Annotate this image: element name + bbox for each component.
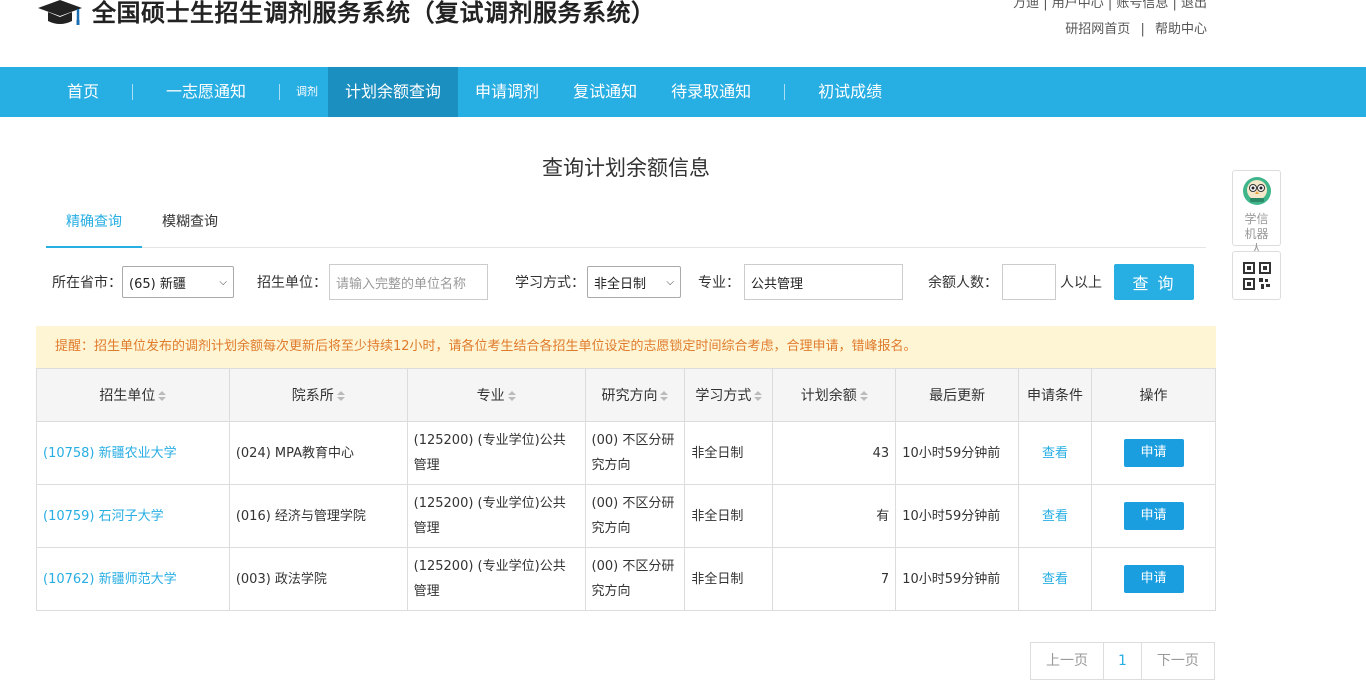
sort-icon (754, 391, 763, 401)
updated-cell: 10小时59分钟前 (895, 484, 1020, 548)
province-label: 所在省市： (52, 275, 122, 291)
remain-label: 余额人数： (928, 275, 998, 291)
robot-widget[interactable]: 学信机器人 (1232, 170, 1281, 256)
view-conditions-link[interactable]: 查看 (1042, 446, 1068, 461)
mode-select[interactable]: 非全日制 ⌵ (587, 266, 681, 298)
table-header-row: 招生单位 院系所 专业 研究方向 学习方式 计划余额 最后更新 申请条件 操作 (36, 368, 1216, 422)
header: 全国硕士生招生调剂服务系统（复试调剂服务系统） 万迪 | 用户中心 | 账号信息… (0, 0, 1366, 67)
direction-cell: (00) 不区分研究方向 (584, 484, 686, 548)
notice-banner: 提醒：招生单位发布的调剂计划余额每次更新后将至少持续12小时，请各位考生结合各招… (36, 326, 1216, 368)
page-title: 查询计划余额信息 (542, 156, 710, 180)
major-cell: (125200) (专业学位)公共管理 (406, 484, 586, 548)
unit-input[interactable]: 请输入完整的单位名称 (329, 264, 488, 300)
sort-icon (158, 391, 167, 401)
mode-cell: 非全日制 (684, 484, 774, 548)
qr-code-icon (1242, 261, 1271, 290)
nav-apply-adjust[interactable]: 申请调剂 (458, 67, 556, 117)
nav-divider (279, 84, 281, 100)
updated-cell: 10小时59分钟前 (895, 421, 1020, 485)
unit-label: 招生单位： (257, 275, 327, 291)
col-unit[interactable]: 招生单位 (36, 368, 230, 422)
col-direction[interactable]: 研究方向 (584, 368, 686, 422)
dept-cell: (003) 政法学院 (228, 547, 408, 611)
results-table: 招生单位 院系所 专业 研究方向 学习方式 计划余额 最后更新 申请条件 操作 … (36, 368, 1216, 611)
province-select[interactable]: (65) 新疆 ⌵ (122, 266, 234, 298)
dept-cell: (024) MPA教育中心 (228, 421, 408, 485)
nav-adjust-label: 调剂 (296, 85, 319, 98)
robot-icon (1242, 177, 1271, 205)
col-mode[interactable]: 学习方式 (684, 368, 774, 422)
logo[interactable]: 全国硕士生招生调剂服务系统（复试调剂服务系统） (36, 0, 656, 30)
unit-link[interactable]: (10759) 石河子大学 (43, 509, 164, 524)
prev-page-button[interactable]: 上一页 (1031, 643, 1104, 679)
top-links: 万迪 | 用户中心 | 账号信息 | 退出 研招网首页 | 帮助中心 (1013, 0, 1207, 40)
remain-cell: 有 (772, 484, 897, 548)
mode-cell: 非全日制 (684, 547, 774, 611)
chevron-down-icon: ⌵ (666, 276, 674, 288)
nav-first-choice[interactable]: 一志愿通知 (149, 67, 263, 117)
main-nav: 首页 一志愿通知 调剂 计划余额查询 申请调剂 复试通知 待录取通知 初试成绩 (0, 67, 1366, 117)
query-tabs: 精确查询 模糊查询 (46, 204, 1206, 248)
sort-icon (336, 391, 345, 401)
filter-bar: 所在省市： (65) 新疆 ⌵ 招生单位： 请输入完整的单位名称 学习方式： 非… (52, 264, 1212, 300)
direction-cell: (00) 不区分研究方向 (584, 547, 686, 611)
dept-cell: (016) 经济与管理学院 (228, 484, 408, 548)
tab-exact-query[interactable]: 精确查询 (46, 204, 142, 248)
mode-label: 学习方式： (515, 275, 585, 291)
apply-button[interactable]: 申请 (1123, 565, 1184, 593)
nav-divider (784, 84, 786, 100)
remain-suffix: 人以上 (1060, 275, 1102, 291)
graduation-cap-icon (38, 0, 82, 25)
col-actions: 操作 (1091, 368, 1216, 422)
chevron-down-icon: ⌵ (219, 276, 227, 288)
unit-link[interactable]: (10762) 新疆师范大学 (43, 572, 177, 587)
sort-icon (660, 391, 669, 401)
col-updated: 最后更新 (895, 368, 1020, 422)
table-row: (10759) 石河子大学 (016) 经济与管理学院 (125200) (专业… (36, 484, 1216, 548)
nav-divider (132, 84, 134, 100)
qr-widget[interactable] (1232, 251, 1281, 300)
province-value: (65) 新疆 (129, 276, 186, 292)
top-user-links[interactable]: 万迪 | 用户中心 | 账号信息 | 退出 (1013, 0, 1207, 14)
nav-exam-score[interactable]: 初试成绩 (801, 67, 899, 117)
col-remain[interactable]: 计划余额 (772, 368, 897, 422)
view-conditions-link[interactable]: 查看 (1042, 572, 1068, 587)
major-label: 专业： (698, 275, 740, 291)
remain-cell: 43 (772, 421, 897, 485)
remain-cell: 7 (772, 547, 897, 611)
updated-cell: 10小时59分钟前 (895, 547, 1020, 611)
col-major[interactable]: 专业 (406, 368, 586, 422)
sort-icon (507, 391, 516, 401)
nav-retest-notice[interactable]: 复试通知 (556, 67, 654, 117)
remain-input[interactable] (1002, 264, 1056, 300)
nav-home[interactable]: 首页 (50, 67, 116, 117)
major-cell: (125200) (专业学位)公共管理 (406, 421, 586, 485)
major-cell: (125200) (专业学位)公共管理 (406, 547, 586, 611)
next-page-button[interactable]: 下一页 (1142, 643, 1214, 679)
nav-admission-notice[interactable]: 待录取通知 (654, 67, 768, 117)
link-separator: | (1140, 22, 1145, 37)
site-title: 全国硕士生招生调剂服务系统（复试调剂服务系统） (92, 0, 656, 27)
query-button[interactable]: 查 询 (1114, 264, 1194, 300)
table-row: (10762) 新疆师范大学 (003) 政法学院 (125200) (专业学位… (36, 547, 1216, 611)
col-conditions: 申请条件 (1018, 368, 1093, 422)
apply-button[interactable]: 申请 (1123, 502, 1184, 530)
unit-link[interactable]: (10758) 新疆农业大学 (43, 446, 177, 461)
nav-quota-query[interactable]: 计划余额查询 (328, 67, 459, 117)
pagination: 上一页 1 下一页 (1030, 642, 1215, 680)
apply-button[interactable]: 申请 (1123, 439, 1184, 467)
help-center-link[interactable]: 帮助中心 (1155, 22, 1207, 37)
major-input[interactable]: 公共管理 (744, 264, 903, 300)
direction-cell: (00) 不区分研究方向 (584, 421, 686, 485)
table-row: (10758) 新疆农业大学 (024) MPA教育中心 (125200) (专… (36, 421, 1216, 485)
col-dept[interactable]: 院系所 (228, 368, 408, 422)
page-number[interactable]: 1 (1104, 643, 1142, 679)
tab-fuzzy-query[interactable]: 模糊查询 (142, 204, 238, 248)
mode-cell: 非全日制 (684, 421, 774, 485)
view-conditions-link[interactable]: 查看 (1042, 509, 1068, 524)
home-link[interactable]: 研招网首页 (1065, 22, 1130, 37)
sort-icon (859, 391, 868, 401)
mode-value: 非全日制 (594, 276, 647, 292)
